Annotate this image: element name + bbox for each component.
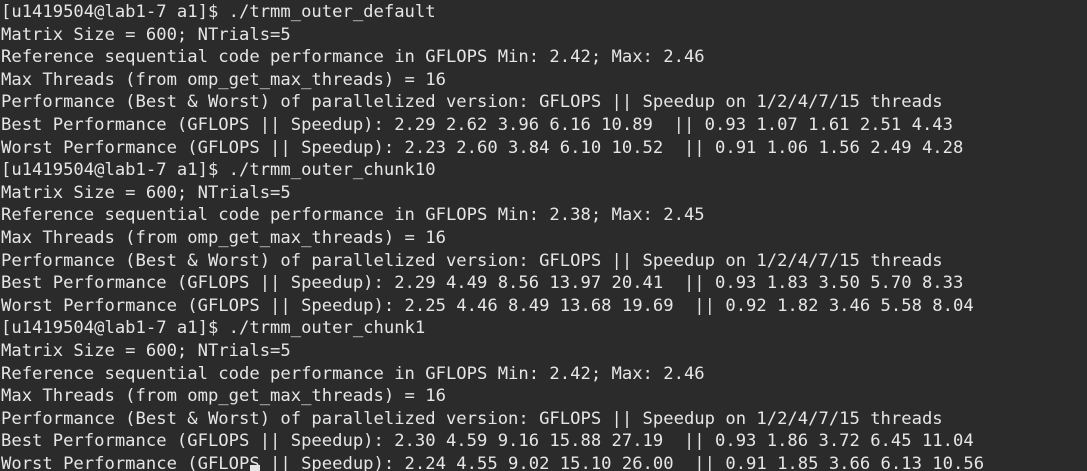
output-line: Performance (Best & Worst) of paralleliz… [1,92,943,113]
output-line: Max Threads (from omp_get_max_threads) =… [1,386,446,407]
output-line: Matrix Size = 600; NTrials=5 [1,24,291,45]
output-line: Best Performance (GFLOPS || Speedup): 2.… [1,273,964,294]
output-line: Worst Performance (GFLOPS || Speedup): 2… [1,295,974,316]
output-line: Performance (Best & Worst) of paralleliz… [1,250,943,271]
output-line: Reference sequential code performance in… [1,47,705,68]
output-line: Max Threads (from omp_get_max_threads) =… [1,227,446,248]
prompt-line: [u1419504@lab1-7 a1]$ ./trmm_outer_chunk… [1,160,436,181]
prompt-line: [u1419504@lab1-7 a1]$ ./trmm_outer_defau… [1,2,436,22]
output-line: Reference sequential code performance in… [1,205,705,226]
terminal-window[interactable]: [u1419504@lab1-7 a1]$ ./trmm_outer_defau… [0,0,1087,471]
prompt-line: [u1419504@lab1-7 a1]$ ./trmm_outer_chunk… [1,318,426,339]
output-line: Worst Performance (GFLOPS || Speedup): 2… [1,137,964,158]
terminal-output: [u1419504@lab1-7 a1]$ ./trmm_outer_defau… [1,1,984,471]
output-line: Matrix Size = 600; NTrials=5 [1,340,291,361]
mouse-cursor-icon [250,465,260,471]
output-line: Best Performance (GFLOPS || Speedup): 2.… [1,114,953,135]
output-line: Best Performance (GFLOPS || Speedup): 2.… [1,431,974,452]
output-line: Reference sequential code performance in… [1,363,705,384]
output-line: Max Threads (from omp_get_max_threads) =… [1,69,446,90]
output-line: Performance (Best & Worst) of paralleliz… [1,408,943,429]
output-line: Matrix Size = 600; NTrials=5 [1,182,291,203]
output-line: Worst Performance (GFLOPS || Speedup): 2… [1,453,985,471]
